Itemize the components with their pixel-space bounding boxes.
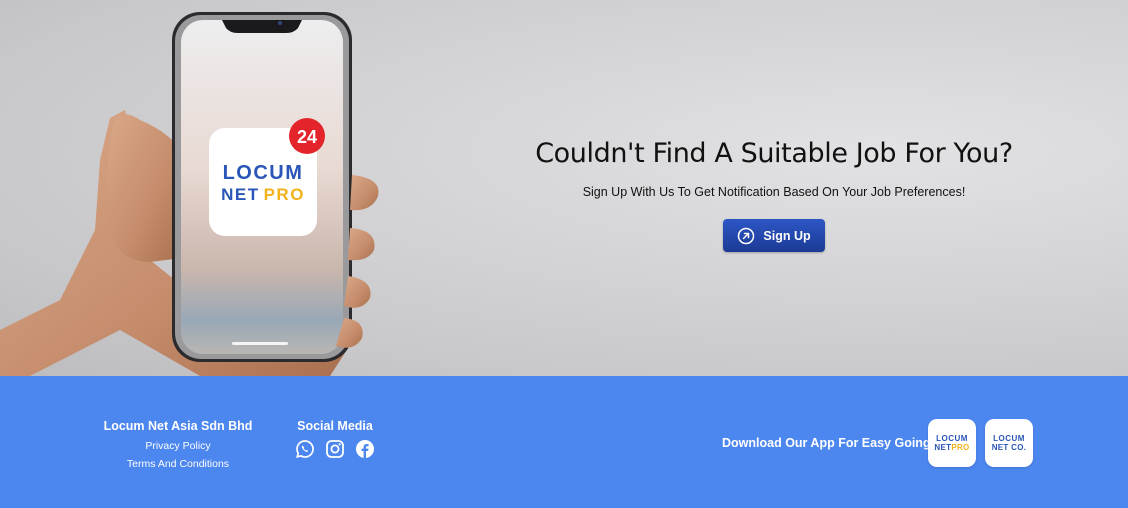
badge-logo-line1: LOCUM <box>993 434 1025 443</box>
sign-up-button[interactable]: Sign Up <box>723 219 825 252</box>
locum-net-pro-app-badge[interactable]: LOCUM NETPRO <box>928 419 976 467</box>
social-media-title: Social Media <box>297 419 373 433</box>
arrow-up-right-circle-icon <box>737 227 755 245</box>
facebook-icon[interactable] <box>355 439 375 459</box>
cta-heading: Couldn't Find A Suitable Job For You? <box>535 138 1013 169</box>
badge-logo-line2: NETPRO <box>934 443 969 452</box>
finger-3 <box>344 276 371 308</box>
thumb-shape <box>107 114 182 262</box>
phone-notch <box>222 20 302 33</box>
front-camera <box>278 21 282 25</box>
social-icons-row <box>290 439 380 459</box>
hand-holding-phone-image: LOCUM NET PRO 24 <box>0 0 420 376</box>
badge-logo-net: NET <box>934 443 952 452</box>
locum-net-co-app-badge[interactable]: LOCUM NET CO. <box>985 419 1033 467</box>
badge-logo-net: NET <box>991 443 1009 452</box>
badge-logo-line1: LOCUM <box>936 434 968 443</box>
app-logo-line2: NET PRO <box>221 185 305 204</box>
sign-up-label: Sign Up <box>763 228 811 243</box>
badge-logo-suffix: PRO <box>951 443 970 452</box>
badge-logo-suffix: CO. <box>1011 443 1027 452</box>
app-logo-line1: LOCUM <box>223 162 304 184</box>
company-name: Locum Net Asia Sdn Bhd <box>103 419 253 433</box>
home-indicator <box>232 342 288 345</box>
privacy-policy-link[interactable]: Privacy Policy <box>98 440 258 452</box>
finger-1 <box>350 175 379 211</box>
cta-subheading: Sign Up With Us To Get Notification Base… <box>582 185 966 199</box>
footer-social-column: Social Media <box>290 419 380 459</box>
instagram-icon[interactable] <box>325 439 345 459</box>
app-logo-pro: PRO <box>264 185 305 204</box>
signup-cta: Couldn't Find A Suitable Job For You? Si… <box>520 138 1028 252</box>
download-app-text: Download Our App For Easy Going <box>722 436 931 450</box>
footer: Locum Net Asia Sdn Bhd Privacy Policy Te… <box>0 376 1128 508</box>
whatsapp-icon[interactable] <box>295 439 315 459</box>
badge-logo-line2: NET CO. <box>992 443 1027 452</box>
terms-link[interactable]: Terms And Conditions <box>98 458 258 470</box>
app-logo-net: NET <box>221 185 260 204</box>
notification-count: 24 <box>297 127 317 147</box>
hero-section: LOCUM NET PRO 24 Couldn't Find A Suitable… <box>0 0 1128 376</box>
finger-2 <box>348 228 375 261</box>
footer-company-column: Locum Net Asia Sdn Bhd Privacy Policy Te… <box>98 419 258 470</box>
